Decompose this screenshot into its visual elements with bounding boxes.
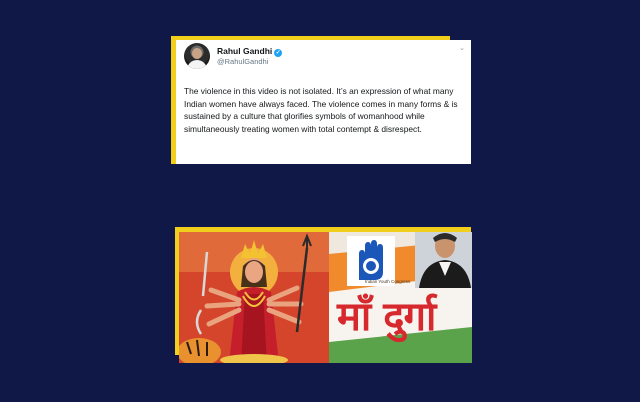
banner-photo: Indian Youth Congress माँ दुर्गा — [179, 232, 472, 363]
author-name[interactable]: Rahul Gandhi — [217, 46, 272, 56]
chevron-down-icon[interactable]: ⌄ — [459, 44, 465, 52]
tweet-card: Rahul Gandhi ✓ @RahulGandhi ⌄ The violenc… — [176, 40, 471, 164]
banner-headline: माँ दुर्गा — [337, 294, 436, 340]
banner-small-text: Indian Youth Congress — [365, 279, 411, 284]
page-canvas: Rahul Gandhi ✓ @RahulGandhi ⌄ The violenc… — [0, 0, 640, 402]
verified-badge-icon: ✓ — [274, 49, 283, 57]
avatar[interactable] — [184, 43, 210, 69]
author-handle[interactable]: @RahulGandhi — [217, 57, 268, 66]
tweet-text: The violence in this video is not isolat… — [184, 86, 458, 134]
tweet-author[interactable]: Rahul Gandhi ✓ — [217, 46, 283, 57]
